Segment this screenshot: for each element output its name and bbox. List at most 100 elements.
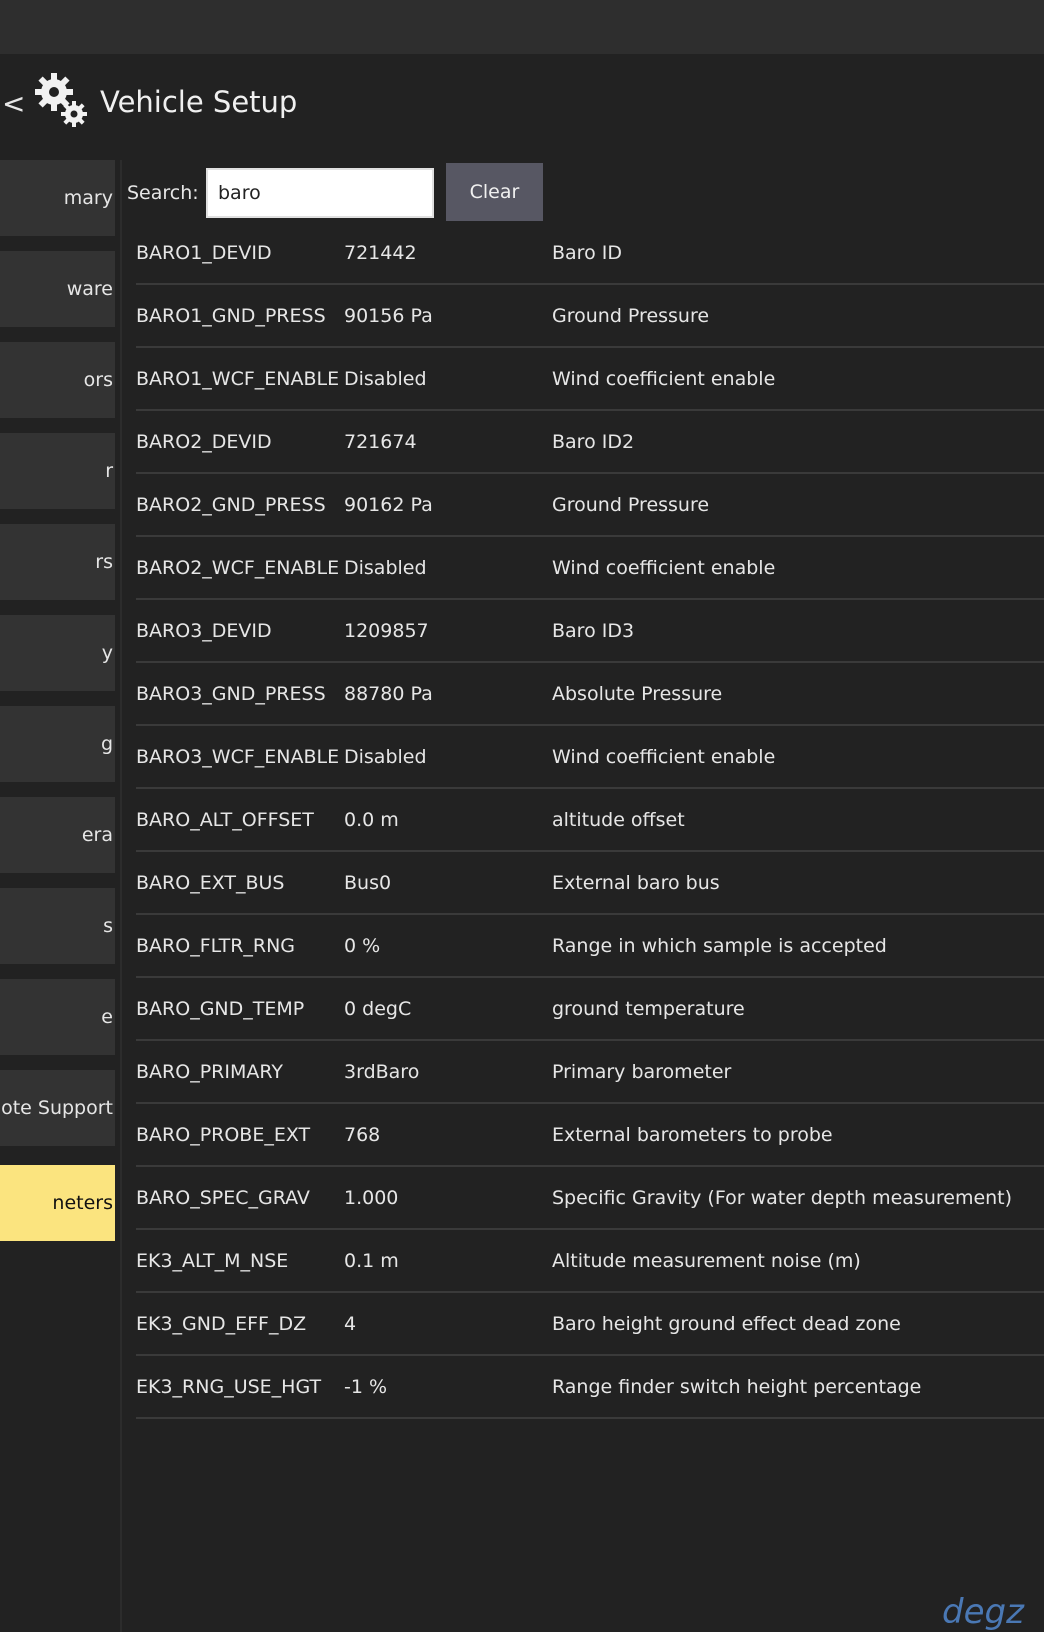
param-description: Baro height ground effect dead zone <box>552 1313 901 1335</box>
sidebar-item-label: r <box>105 460 113 482</box>
param-description: Specific Gravity (For water depth measur… <box>552 1187 1013 1209</box>
sidebar-item-lights[interactable]: s <box>0 888 115 964</box>
param-value: Bus0 <box>344 872 392 894</box>
param-name: BARO_FLTR_RNG <box>136 935 296 957</box>
param-name: EK3_ALT_M_NSE <box>136 1250 289 1272</box>
param-description: Ground Pressure <box>552 494 710 516</box>
param-description: Ground Pressure <box>552 305 710 327</box>
table-row[interactable]: BARO_SPEC_GRAV 1.000 Specific Gravity (For… <box>136 1167 1044 1230</box>
sidebar-item-remote-support[interactable]: ote Support <box>0 1070 115 1146</box>
sidebar-item-motors[interactable]: rs <box>0 524 115 600</box>
table-row[interactable]: BARO1_DEVID 721442 Baro ID <box>136 222 1044 285</box>
table-row[interactable]: BARO2_GND_PRESS 90162 Pa Ground Pressure <box>136 474 1044 537</box>
param-name: BARO_EXT_BUS <box>136 872 285 894</box>
sidebar-item-parameters[interactable]: neters <box>0 1165 115 1241</box>
sidebar-item-label: neters <box>52 1192 113 1214</box>
param-name: BARO_SPEC_GRAV <box>136 1187 310 1209</box>
param-value: 768 <box>344 1124 381 1146</box>
param-name: BARO1_GND_PRESS <box>136 305 326 327</box>
param-description: Absolute Pressure <box>552 683 723 705</box>
sidebar-item-label: e <box>101 1006 113 1028</box>
table-row[interactable]: EK3_GND_EFF_DZ 4 Baro height ground effect… <box>136 1293 1044 1356</box>
table-row[interactable]: BARO2_DEVID 721674 Baro ID2 <box>136 411 1044 474</box>
gears-icon <box>35 73 87 127</box>
table-row[interactable]: BARO1_WCF_ENABLE Disabled Wind coefficient… <box>136 348 1044 411</box>
search-label: Search: <box>127 182 199 204</box>
param-name: BARO1_DEVID <box>136 242 272 264</box>
param-name: BARO_ALT_OFFSET <box>136 809 314 831</box>
param-description: ground temperature <box>552 998 745 1020</box>
sidebar-item-label: s <box>103 915 113 937</box>
param-value: Disabled <box>344 368 427 390</box>
param-name: BARO3_WCF_ENABLE <box>136 746 340 768</box>
sidebar-item-label: g <box>100 733 113 755</box>
table-row[interactable]: BARO3_GND_PRESS 88780 Pa Absolute Pressure <box>136 663 1044 726</box>
sidebar-item-label: era <box>81 824 113 846</box>
table-row[interactable]: BARO2_WCF_ENABLE Disabled Wind coefficient… <box>136 537 1044 600</box>
table-row[interactable]: BARO_ALT_OFFSET 0.0 m altitude offset <box>136 789 1044 852</box>
param-name: BARO3_DEVID <box>136 620 272 642</box>
param-name: BARO_PRIMARY <box>136 1061 283 1083</box>
param-value: Disabled <box>344 746 427 768</box>
param-description: Wind coefficient enable <box>552 368 776 390</box>
param-name: BARO2_WCF_ENABLE <box>136 557 340 579</box>
top-toolbar <box>0 0 1044 54</box>
parameter-table: BARO1_DEVID 721442 Baro ID BARO1_GND_PRESS 9… <box>136 222 1044 1419</box>
param-description: Range finder switch height percentage <box>552 1376 922 1398</box>
param-value: 3rdBaro <box>344 1061 420 1083</box>
param-value: 0.0 m <box>344 809 399 831</box>
sidebar-item-label: mary <box>63 187 113 209</box>
param-description: Baro ID3 <box>552 620 635 642</box>
param-value: 1209857 <box>344 620 429 642</box>
table-row[interactable]: BARO1_GND_PRESS 90156 Pa Ground Pressure <box>136 285 1044 348</box>
param-description: Wind coefficient enable <box>552 557 776 579</box>
sidebar-item-label: y <box>101 642 113 664</box>
param-description: Wind coefficient enable <box>552 746 776 768</box>
sidebar-item-summary[interactable]: mary <box>0 160 115 236</box>
param-value: 0 degC <box>344 998 412 1020</box>
sidebar-item-camera[interactable]: era <box>0 797 115 873</box>
table-row[interactable]: BARO_EXT_BUS Bus0 External baro bus <box>136 852 1044 915</box>
param-description: Altitude measurement noise (m) <box>552 1250 861 1272</box>
param-name: BARO_GND_TEMP <box>136 998 305 1020</box>
table-row[interactable]: BARO3_DEVID 1209857 Baro ID3 <box>136 600 1044 663</box>
param-value: 88780 Pa <box>344 683 433 705</box>
sidebar-item-label: ware <box>66 278 113 300</box>
param-value: 4 <box>344 1313 357 1335</box>
sidebar-item-safety[interactable]: y <box>0 615 115 691</box>
sidebar-item-label: ote Support <box>1 1097 113 1119</box>
table-row[interactable]: BARO_FLTR_RNG 0 % Range in which sample is… <box>136 915 1044 978</box>
sidebar-item-frame[interactable]: e <box>0 979 115 1055</box>
back-button[interactable]: < <box>2 84 25 124</box>
sidebar-item-label: rs <box>95 551 113 573</box>
table-row[interactable]: BARO_GND_TEMP 0 degC ground temperature <box>136 978 1044 1041</box>
sidebar-item-label: ors <box>83 369 113 391</box>
table-row[interactable]: BARO_PROBE_EXT 768 External barometers to … <box>136 1104 1044 1167</box>
table-row[interactable]: EK3_ALT_M_NSE 0.1 m Altitude measurement n… <box>136 1230 1044 1293</box>
param-description: Range in which sample is accepted <box>552 935 887 957</box>
param-description: External barometers to probe <box>552 1124 833 1146</box>
param-description: External baro bus <box>552 872 720 894</box>
watermark: degz <box>942 1592 1024 1632</box>
page-title: Vehicle Setup <box>100 85 298 119</box>
param-description: Baro ID <box>552 242 622 264</box>
param-description: Baro ID2 <box>552 431 635 453</box>
table-row[interactable]: EK3_RNG_USE_HGT -1 % Range finder switch h… <box>136 1356 1044 1419</box>
param-value: 0 % <box>344 935 381 957</box>
table-row[interactable]: BARO_PRIMARY 3rdBaro Primary barometer <box>136 1041 1044 1104</box>
clear-button[interactable]: Clear <box>446 163 543 221</box>
param-description: altitude offset <box>552 809 685 831</box>
sidebar-item-tuning[interactable]: g <box>0 706 115 782</box>
param-name: BARO_PROBE_EXT <box>136 1124 311 1146</box>
sidebar-item-sensors[interactable]: ors <box>0 342 115 418</box>
table-row[interactable]: BARO3_WCF_ENABLE Disabled Wind coefficient… <box>136 726 1044 789</box>
param-name: BARO1_WCF_ENABLE <box>136 368 340 390</box>
param-value: Disabled <box>344 557 427 579</box>
search-input[interactable] <box>206 168 434 218</box>
param-value: 1.000 <box>344 1187 399 1209</box>
param-value: 90162 Pa <box>344 494 433 516</box>
param-description: Primary barometer <box>552 1061 732 1083</box>
sidebar-item-power[interactable]: r <box>0 433 115 509</box>
sidebar-item-firmware[interactable]: ware <box>0 251 115 327</box>
param-value: -1 % <box>344 1376 388 1398</box>
